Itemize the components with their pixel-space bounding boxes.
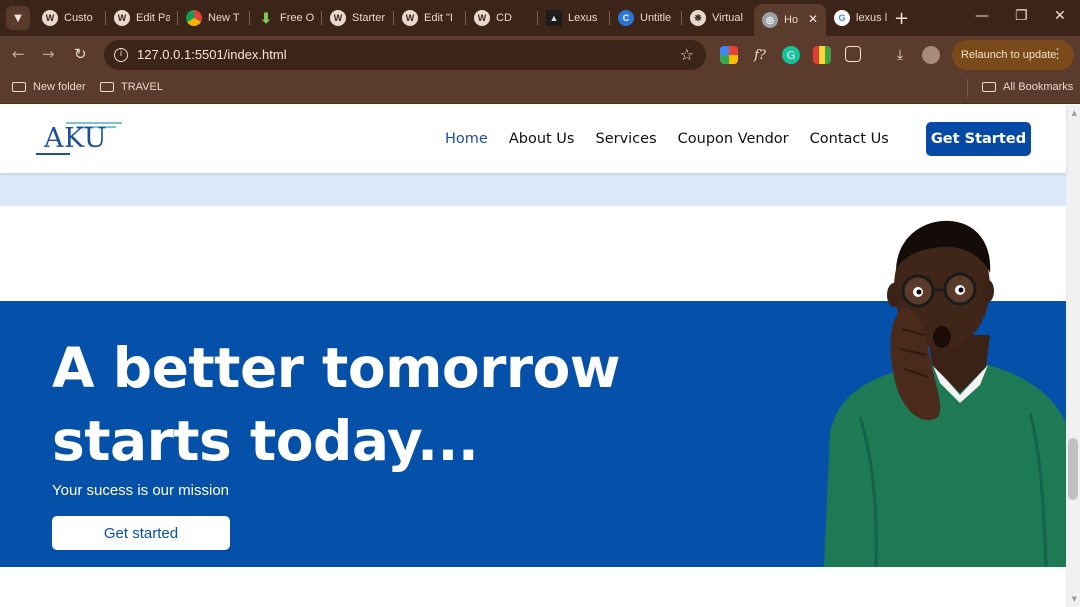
nav-home[interactable]: Home <box>445 131 488 147</box>
tab[interactable]: W CD <box>466 0 538 36</box>
new-tab-button[interactable]: + <box>894 8 909 29</box>
page-viewport: AKU Home About Us Services Coupon Vendor… <box>0 105 1080 607</box>
address-toolbar: ← → ↻ i 127.0.0.1:5501/index.html ☆ f? G… <box>0 36 1080 74</box>
tab-label: CD <box>496 12 512 24</box>
wordpress-icon: W <box>474 10 490 26</box>
tab[interactable]: W Edit "I <box>394 0 466 36</box>
url-text[interactable]: 127.0.0.1:5501/index.html <box>137 47 287 62</box>
nav-services[interactable]: Services <box>595 131 656 147</box>
close-tab-icon[interactable]: ✕ <box>808 12 818 26</box>
tab-label: Edit "I <box>424 12 453 24</box>
grammarly-icon[interactable]: G <box>782 46 800 64</box>
address-bar[interactable]: i 127.0.0.1:5501/index.html ☆ <box>104 40 706 70</box>
hero-title-line-1: A better tomorrow <box>52 336 621 400</box>
nav-contact-us[interactable]: Contact Us <box>810 131 889 147</box>
browser-tab-strip: ▼ W Custo W Edit Pa New T ⬇ Free O W Starter… <box>0 0 1080 36</box>
tab-label: lexus l <box>856 12 888 24</box>
light-blue-band <box>0 173 1066 206</box>
bookmark-label: TRAVEL <box>121 81 163 93</box>
bookmark-star-icon[interactable]: ☆ <box>680 45 694 64</box>
forward-arrow-icon[interactable]: → <box>42 45 55 63</box>
bookmarks-bar: New folder TRAVEL All Bookmarks <box>0 74 1080 104</box>
tab-list: W Custo W Edit Pa New T ⬇ Free O W Starter W… <box>34 0 898 36</box>
page-scrollbar[interactable]: ▲ ▼ <box>1066 105 1080 607</box>
profile-avatar-icon[interactable] <box>922 46 940 64</box>
folder-icon <box>100 82 114 92</box>
tab[interactable]: W Starter <box>322 0 394 36</box>
tab-label: Ho <box>784 14 799 26</box>
folder-icon <box>12 82 26 92</box>
tab[interactable]: W Edit Pa <box>106 0 178 36</box>
scroll-thumb[interactable] <box>1068 438 1078 500</box>
logo-underline <box>36 153 70 155</box>
hero-subtitle: Your sucess is our mission <box>52 482 230 499</box>
wordpress-icon: W <box>330 10 346 26</box>
tab-label: Edit Pa <box>136 12 170 24</box>
reload-icon[interactable]: ↻ <box>74 45 87 63</box>
bookmark-folder[interactable]: TRAVEL <box>100 81 163 93</box>
next-section <box>0 567 1066 607</box>
scroll-up-icon[interactable]: ▲ <box>1072 109 1077 117</box>
nav-coupon-vendor[interactable]: Coupon Vendor <box>678 131 789 147</box>
all-bookmarks[interactable]: All Bookmarks <box>982 81 1073 93</box>
nav-about-us[interactable]: About Us <box>509 131 575 147</box>
tab[interactable]: ❋ Virtual <box>682 0 754 36</box>
downloads-icon[interactable]: ⤓ <box>891 46 909 64</box>
back-arrow-icon[interactable]: ← <box>12 45 25 63</box>
scroll-down-icon[interactable]: ▼ <box>1072 595 1077 603</box>
tab[interactable]: Glexus l <box>826 0 898 36</box>
hero-title-line-2: starts today... <box>52 409 479 473</box>
wordpress-icon: W <box>42 10 58 26</box>
tab[interactable]: New T <box>178 0 250 36</box>
extension-color-icon[interactable] <box>720 46 738 64</box>
hero-title: A better tomorrow starts today... <box>52 332 752 478</box>
globe-icon: ◎ <box>762 12 778 28</box>
tab-label: Virtual <box>712 12 743 24</box>
relaunch-label: Relaunch to update <box>961 49 1057 61</box>
main-nav: Home About Us Services Coupon Vendor Con… <box>445 105 910 173</box>
lexus-icon: ▲ <box>546 10 562 26</box>
get-started-header-button[interactable]: Get Started <box>926 122 1031 156</box>
hero-person-image <box>820 217 1066 568</box>
all-bookmarks-label: All Bookmarks <box>1003 81 1074 93</box>
tab[interactable]: W Custo <box>34 0 106 36</box>
folder-icon <box>982 82 996 92</box>
tab-label: Free O <box>280 12 314 24</box>
canva-icon: C <box>618 10 634 26</box>
chrome-icon <box>186 10 202 26</box>
restore-icon[interactable]: ❐ <box>1015 8 1028 24</box>
relaunch-button[interactable]: Relaunch to update ⋮ <box>952 40 1074 70</box>
get-started-hero-button[interactable]: Get started <box>52 516 230 550</box>
colorzilla-icon[interactable] <box>813 46 831 64</box>
extensions-puzzle-icon[interactable] <box>845 46 861 62</box>
tab[interactable]: ▲ Lexus <box>538 0 610 36</box>
minimize-icon[interactable]: — <box>975 8 989 24</box>
site-logo[interactable]: AKU <box>36 119 126 159</box>
bookmark-label: New folder <box>33 81 86 93</box>
font-extension-icon[interactable]: f? <box>751 46 769 64</box>
tab-label: Starter <box>352 12 386 24</box>
tab[interactable]: C Untitle <box>610 0 682 36</box>
wordpress-icon: W <box>114 10 130 26</box>
tab-label: Untitle <box>640 12 672 24</box>
menu-kebab-icon[interactable]: ⋮ <box>1051 46 1064 62</box>
tab[interactable]: ⬇ Free O <box>250 0 322 36</box>
wordpress-icon: W <box>402 10 418 26</box>
chatgpt-icon: ❋ <box>690 10 706 26</box>
tab-label: Custo <box>64 12 93 24</box>
logo-text: AKU <box>44 123 107 154</box>
google-icon: G <box>834 10 850 26</box>
site-info-icon[interactable]: i <box>114 48 128 62</box>
bookmark-folder[interactable]: New folder <box>12 81 86 93</box>
tab-active[interactable]: ◎ Ho ✕ <box>754 4 826 36</box>
tab-search-button[interactable]: ▼ <box>6 6 30 30</box>
close-window-icon[interactable]: ✕ <box>1054 8 1066 24</box>
tab-label: Lexus <box>568 12 598 24</box>
site-header: AKU Home About Us Services Coupon Vendor… <box>0 105 1066 173</box>
download-icon: ⬇ <box>260 9 272 26</box>
tab-label: New T <box>208 12 240 24</box>
